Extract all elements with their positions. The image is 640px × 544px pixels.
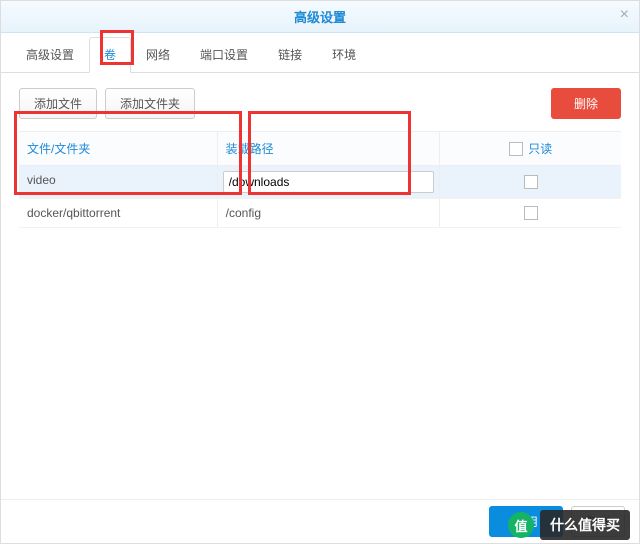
dialog-header: 高级设置 × <box>1 1 639 33</box>
mount-input[interactable] <box>223 171 435 193</box>
delete-button[interactable]: 删除 <box>551 88 621 119</box>
table-row[interactable]: video <box>19 166 621 199</box>
tab-bar: 高级设置 卷 网络 端口设置 链接 环境 <box>1 33 639 73</box>
close-icon[interactable]: × <box>620 6 629 24</box>
toolbar: 添加文件 添加文件夹 删除 <box>19 88 621 119</box>
header-readonly: 只读 <box>440 132 621 165</box>
volume-grid: 文件/文件夹 装载路径 只读 video do <box>19 131 621 228</box>
watermark: 值 什么值得买 <box>508 510 630 540</box>
dialog-title: 高级设置 <box>294 7 346 26</box>
grid-header: 文件/文件夹 装载路径 只读 <box>19 132 621 166</box>
header-mount[interactable]: 装载路径 <box>218 132 441 165</box>
tab-env[interactable]: 环境 <box>317 37 371 72</box>
header-path[interactable]: 文件/文件夹 <box>19 132 218 165</box>
content-area: 添加文件 添加文件夹 删除 文件/文件夹 装载路径 只读 video <box>1 73 639 499</box>
cell-mount <box>218 166 441 198</box>
readonly-header-label: 只读 <box>528 140 552 157</box>
tab-port[interactable]: 端口设置 <box>185 37 263 72</box>
cell-path: docker/qbittorrent <box>19 199 218 227</box>
readonly-checkbox[interactable] <box>524 175 538 189</box>
tab-volume[interactable]: 卷 <box>89 37 131 73</box>
tab-network[interactable]: 网络 <box>131 37 185 72</box>
table-row[interactable]: docker/qbittorrent /config <box>19 199 621 228</box>
cell-readonly <box>440 199 621 227</box>
watermark-text: 什么值得买 <box>540 510 630 540</box>
mount-value[interactable]: /config <box>223 204 435 222</box>
cell-mount: /config <box>218 199 441 227</box>
add-file-button[interactable]: 添加文件 <box>19 88 97 119</box>
readonly-header-checkbox[interactable] <box>509 142 523 156</box>
watermark-badge-icon: 值 <box>508 512 534 538</box>
add-folder-button[interactable]: 添加文件夹 <box>105 88 195 119</box>
dialog-window: 高级设置 × 高级设置 卷 网络 端口设置 链接 环境 添加文件 添加文件夹 删… <box>0 0 640 544</box>
cell-readonly <box>440 166 621 198</box>
readonly-checkbox[interactable] <box>524 206 538 220</box>
tab-advanced[interactable]: 高级设置 <box>11 37 89 72</box>
cell-path: video <box>19 166 218 198</box>
tab-link[interactable]: 链接 <box>263 37 317 72</box>
